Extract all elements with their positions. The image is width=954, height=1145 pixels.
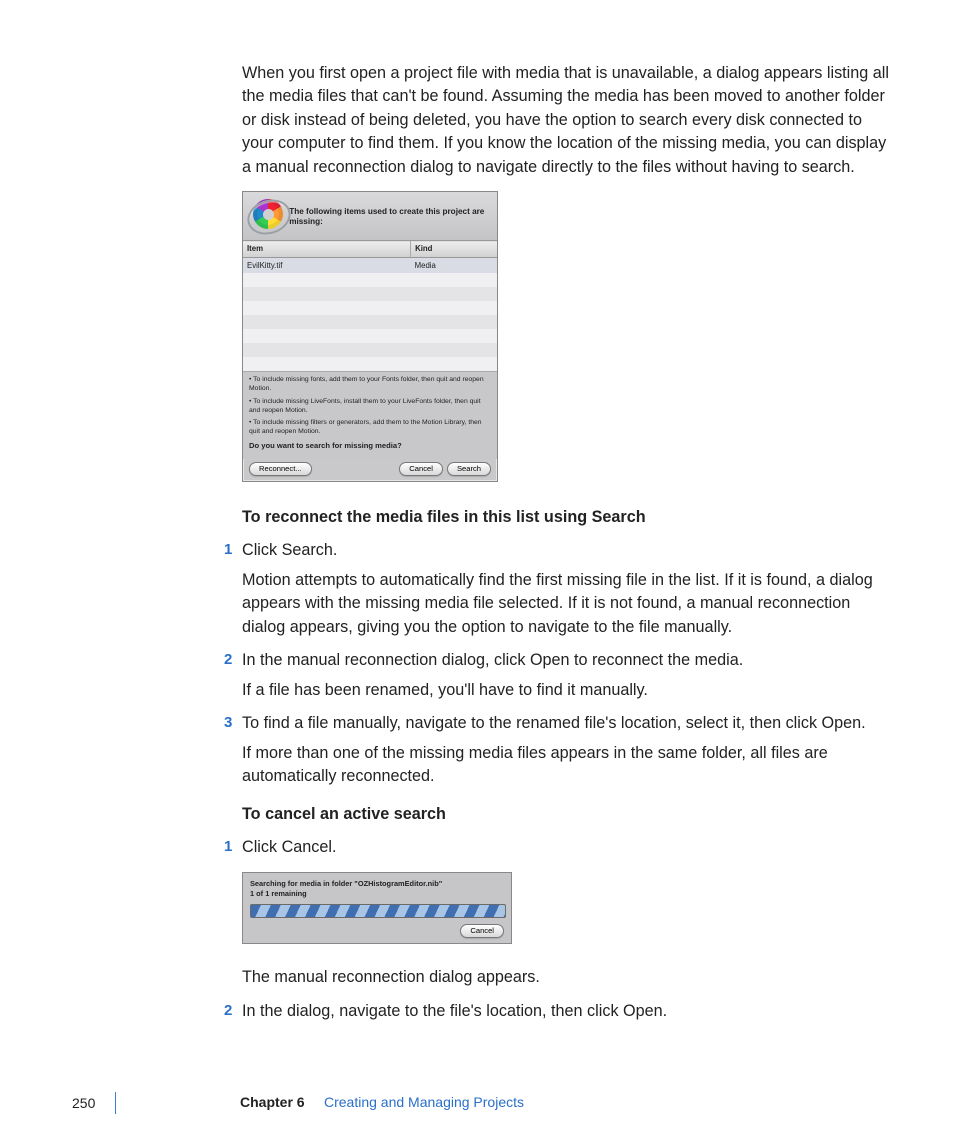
searching-line1: Searching for media in folder "OZHistogr… — [250, 879, 504, 890]
step-number: 3 — [224, 712, 232, 734]
note-livefonts: • To include missing LiveFonts, install … — [249, 398, 491, 416]
motion-app-icon — [249, 198, 281, 236]
dialog-notes: • To include missing fonts, add them to … — [243, 371, 497, 459]
step-description: If more than one of the missing media fi… — [242, 742, 892, 789]
step-number: 1 — [224, 836, 232, 858]
cancel-button[interactable]: Cancel — [460, 924, 504, 938]
reconnect-button[interactable]: Reconnect... — [249, 462, 312, 476]
col-item[interactable]: Item — [243, 241, 411, 257]
cancel-button[interactable]: Cancel — [399, 462, 443, 476]
cell-kind: Media — [411, 257, 497, 273]
searching-line2: 1 of 1 remaining — [250, 889, 504, 900]
step-description: If a file has been renamed, you'll have … — [242, 679, 892, 702]
dialog-button-row: Reconnect... Cancel Search — [243, 459, 497, 481]
page-number: 250 — [72, 1092, 116, 1114]
searching-dialog: Searching for media in folder "OZHistogr… — [242, 872, 512, 944]
procedure-heading: To cancel an active search — [242, 803, 892, 826]
dialog-message: The following items used to create this … — [289, 207, 491, 228]
step-text: In the dialog, navigate to the file's lo… — [242, 1002, 667, 1020]
chapter-title: Creating and Managing Projects — [324, 1092, 524, 1112]
procedure-heading: To reconnect the media files in this lis… — [242, 506, 892, 529]
missing-items-table: Item Kind EvilKitty.tif Media — [243, 240, 497, 371]
table-row[interactable]: EvilKitty.tif Media — [243, 257, 497, 273]
step-number: 2 — [224, 649, 232, 671]
search-button[interactable]: Search — [447, 462, 491, 476]
progress-bar — [250, 904, 506, 918]
chapter-label: Chapter 6 — [240, 1092, 305, 1112]
page-content: When you first open a project file with … — [242, 62, 892, 1035]
step-text: To find a file manually, navigate to the… — [242, 714, 866, 732]
note-fonts: • To include missing fonts, add them to … — [249, 376, 491, 394]
dialog-question: Do you want to search for missing media? — [249, 441, 491, 451]
note-filters: • To include missing filters or generato… — [249, 419, 491, 437]
missing-media-dialog: The following items used to create this … — [242, 191, 498, 481]
intro-paragraph: When you first open a project file with … — [242, 62, 892, 179]
step-number: 1 — [224, 539, 232, 561]
step-text: In the manual reconnection dialog, click… — [242, 651, 743, 669]
step-text: Click Cancel. — [242, 838, 336, 856]
procedure-steps-2: 1 Click Cancel. — [242, 836, 892, 859]
cell-item: EvilKitty.tif — [243, 257, 411, 273]
step-text: Click Search. — [242, 541, 337, 559]
procedure-steps-1: 1 Click Search. Motion attempts to autom… — [242, 539, 892, 788]
col-kind[interactable]: Kind — [411, 241, 497, 257]
procedure-steps-3: 2 In the dialog, navigate to the file's … — [242, 1000, 892, 1023]
step-description: Motion attempts to automatically find th… — [242, 569, 892, 639]
dialog-header: The following items used to create this … — [243, 192, 497, 240]
result-paragraph: The manual reconnection dialog appears. — [242, 966, 892, 989]
step-number: 2 — [224, 1000, 232, 1022]
